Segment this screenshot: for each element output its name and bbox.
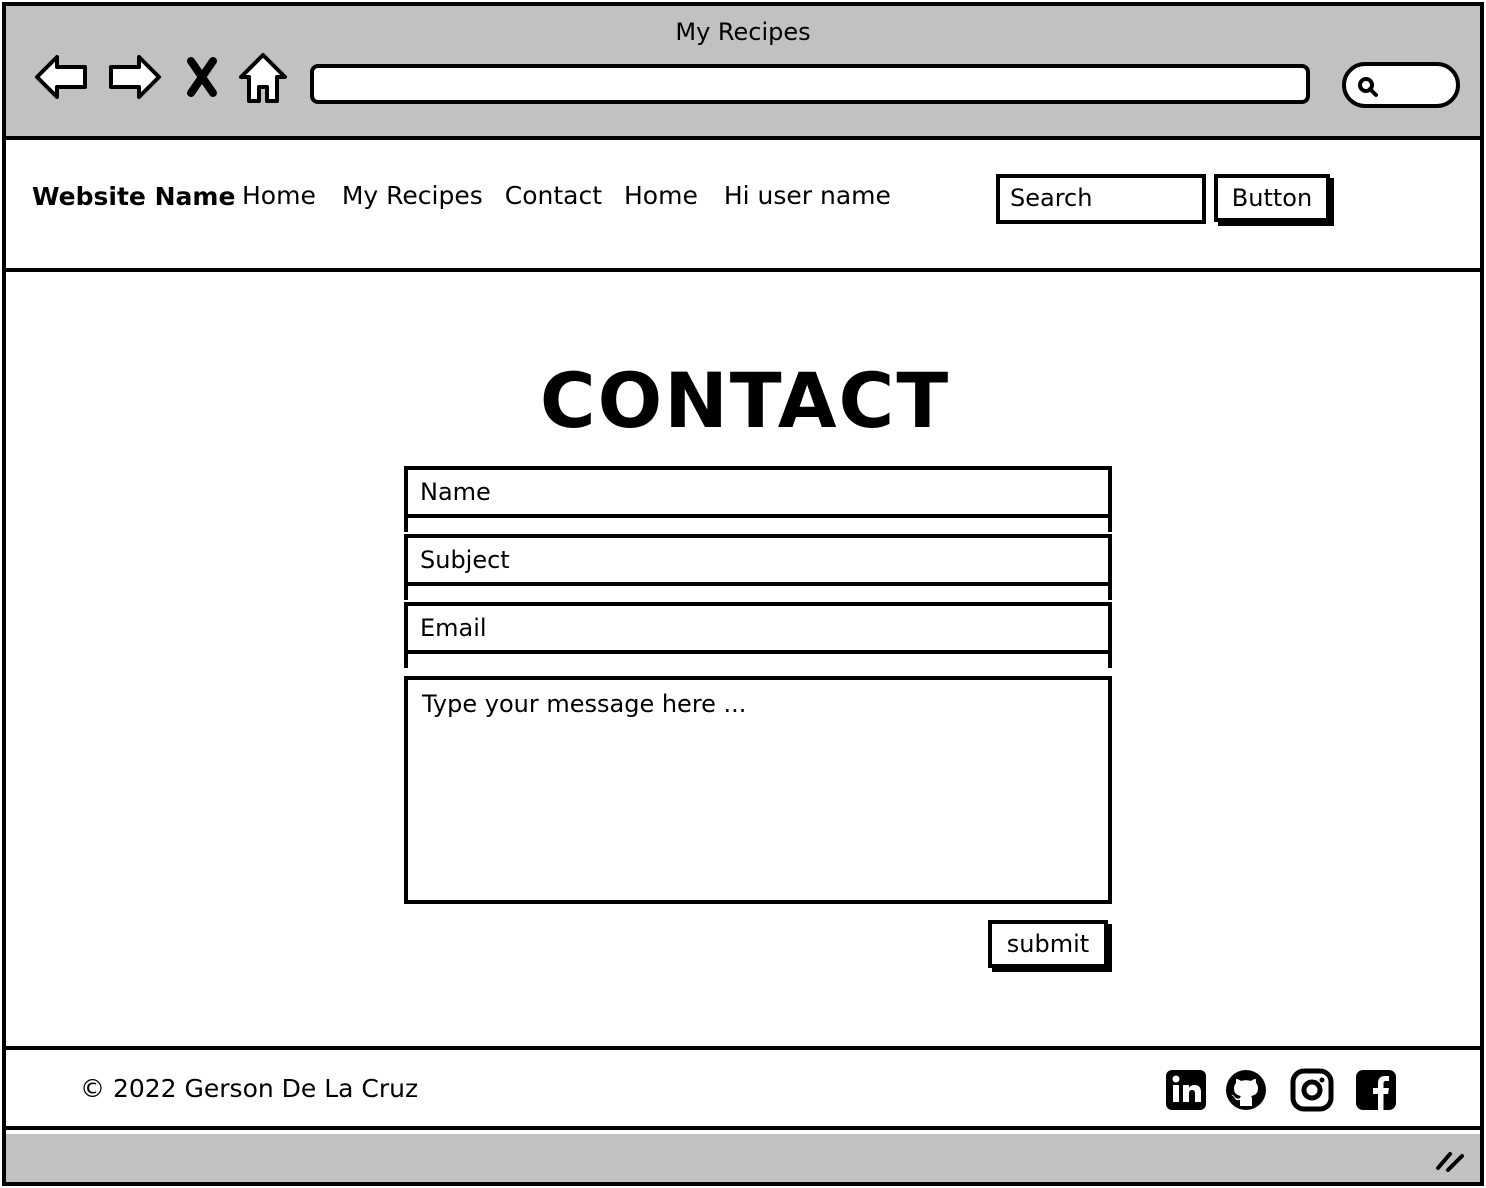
browser-status-bar: [6, 1134, 1480, 1182]
stop-icon[interactable]: [172, 46, 234, 108]
website-name[interactable]: Website Name: [32, 182, 235, 211]
resize-grip-icon[interactable]: [1434, 1148, 1466, 1172]
github-icon[interactable]: [1224, 1068, 1268, 1112]
submit-button[interactable]: submit: [988, 920, 1108, 968]
header-button[interactable]: Button: [1214, 174, 1330, 222]
linkedin-icon[interactable]: [1164, 1068, 1208, 1112]
user-greeting[interactable]: Hi user name: [724, 181, 891, 210]
browser-window: My Recipes Website Name Home My Recipes …: [2, 2, 1484, 1186]
instagram-icon[interactable]: [1290, 1068, 1334, 1112]
browser-search-field[interactable]: [1342, 62, 1460, 108]
forward-icon[interactable]: [104, 46, 166, 108]
nav-home[interactable]: Home: [242, 181, 316, 210]
nav-contact[interactable]: Contact: [505, 181, 602, 210]
browser-title-bar: My Recipes: [6, 6, 1480, 140]
field-divider: [404, 654, 1112, 668]
copyright-text: © 2022 Gerson De La Cruz: [80, 1074, 419, 1103]
site-header: Website Name Home My Recipes Contact Hom…: [6, 144, 1480, 272]
search-input[interactable]: Search: [996, 174, 1206, 224]
facebook-icon[interactable]: [1354, 1068, 1398, 1112]
site-footer: © 2022 Gerson De La Cruz: [6, 1046, 1480, 1130]
name-field[interactable]: Name: [404, 466, 1112, 518]
nav-my-recipes[interactable]: My Recipes: [342, 181, 483, 210]
main-nav: Home My Recipes Contact Home Hi user nam…: [242, 181, 917, 210]
message-field[interactable]: Type your message here ...: [404, 676, 1112, 904]
address-bar[interactable]: [310, 64, 1310, 104]
field-divider: [404, 586, 1112, 600]
subject-field[interactable]: Subject: [404, 534, 1112, 586]
search-icon: [1358, 77, 1378, 97]
nav-home-2[interactable]: Home: [624, 181, 698, 210]
page-title: CONTACT: [539, 356, 951, 445]
back-icon[interactable]: [30, 46, 92, 108]
home-icon[interactable]: [232, 46, 294, 108]
window-title: My Recipes: [675, 18, 811, 46]
email-field[interactable]: Email: [404, 602, 1112, 654]
field-divider: [404, 518, 1112, 532]
